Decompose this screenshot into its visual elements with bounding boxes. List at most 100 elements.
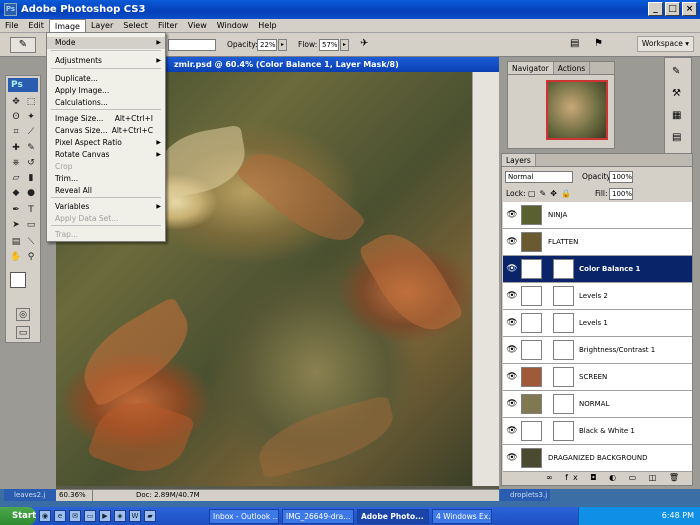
workspace-button[interactable]: Workspace ▾	[636, 36, 694, 52]
tool-presets-icon[interactable]: ⚒	[672, 88, 681, 99]
history-panel-icon[interactable]: ▤	[672, 132, 681, 143]
hand-tool-icon[interactable]: ✋	[9, 251, 23, 264]
menu-item-trim[interactable]: Trim...	[47, 173, 165, 185]
task-img[interactable]: IMG_26649-dra...	[282, 508, 354, 524]
ie-icon[interactable]: e	[54, 510, 66, 522]
layer-row[interactable]: 👁 NORMAL	[503, 391, 692, 418]
close-button[interactable]: ×	[682, 2, 697, 16]
zoom-level[interactable]: 60.36%	[59, 490, 93, 501]
brush-tool-icon[interactable]: ✎	[24, 142, 38, 155]
layer-comps-icon[interactable]: ▦	[672, 110, 681, 121]
path-select-icon[interactable]: ➤	[9, 219, 23, 232]
lock-icons[interactable]: ▢✎✥🔒	[528, 189, 575, 198]
menu-item-rotate-canvas[interactable]: Rotate Canvas ▶	[47, 149, 165, 161]
layer-mask-thumbnail[interactable]	[553, 259, 574, 279]
brush-preset-icon[interactable]: ✎	[10, 37, 36, 53]
menu-image[interactable]: Image	[48, 18, 86, 33]
media-icon[interactable]: ▶	[99, 510, 111, 522]
menu-item-apply-image[interactable]: Apply Image...	[47, 85, 165, 97]
navigator-thumbnail[interactable]	[546, 80, 608, 140]
clone-stamp-icon[interactable]: ⎈	[9, 157, 23, 170]
gradient-tool-icon[interactable]: ▮	[24, 172, 38, 185]
menu-help[interactable]: Help	[253, 19, 281, 33]
layer-mask-thumbnail[interactable]	[553, 421, 574, 441]
blur-tool-icon[interactable]: ◆	[9, 187, 23, 200]
menu-item-image-size[interactable]: Image Size... Alt+Ctrl+I	[47, 113, 165, 125]
brushes-panel-icon[interactable]: ✎	[672, 66, 680, 77]
bridge-icon[interactable]: ⚑	[594, 38, 603, 49]
firefox-icon[interactable]: ◉	[39, 510, 51, 522]
quick-mask-icon[interactable]: ◎	[16, 308, 30, 321]
visibility-eye-icon[interactable]: 👁	[506, 291, 518, 301]
fill-field[interactable]: 100%	[609, 188, 633, 200]
word-icon[interactable]: W	[129, 510, 141, 522]
flow-field[interactable]: 57%	[319, 39, 339, 51]
task-outlook[interactable]: Inbox - Outlook ...	[209, 508, 279, 524]
menu-item-duplicate[interactable]: Duplicate...	[47, 73, 165, 85]
layer-mask-thumbnail[interactable]	[553, 313, 574, 333]
flow-slider-button[interactable]: ▸	[340, 39, 349, 51]
menu-file[interactable]: File	[0, 19, 23, 33]
dodge-tool-icon[interactable]: ●	[24, 187, 38, 200]
notes-tool-icon[interactable]: ▤	[9, 236, 23, 249]
menu-filter[interactable]: Filter	[153, 19, 183, 33]
layer-row[interactable]: 👁 Levels 2	[503, 283, 692, 310]
menu-item-mode[interactable]: Mode ▶	[47, 37, 165, 49]
visibility-eye-icon[interactable]: 👁	[506, 453, 518, 463]
layer-mask-thumbnail[interactable]	[553, 340, 574, 360]
opacity-field[interactable]: 22%	[257, 39, 277, 51]
task-windows-explorer[interactable]: 4 Windows Ex...	[432, 508, 492, 524]
visibility-eye-icon[interactable]: 👁	[506, 372, 518, 382]
tab-layers[interactable]: Layers	[502, 154, 536, 166]
crop-tool-icon[interactable]: ⌗	[9, 126, 23, 139]
layers-opacity-field[interactable]: 100%	[609, 171, 633, 183]
layer-row[interactable]: 👁 Black & White 1	[503, 418, 692, 445]
desktop-icon[interactable]: ▭	[84, 510, 96, 522]
menu-item-reveal-all[interactable]: Reveal All	[47, 185, 165, 197]
slice-tool-icon[interactable]: ⟋	[24, 126, 38, 139]
start-button[interactable]: Start	[0, 507, 36, 525]
outlook-icon[interactable]: ✉	[69, 510, 81, 522]
tab-navigator[interactable]: Navigator	[508, 62, 554, 74]
visibility-eye-icon[interactable]: 👁	[506, 210, 518, 220]
opacity-slider-button[interactable]: ▸	[278, 39, 287, 51]
move-tool-icon[interactable]: ✥	[9, 96, 23, 109]
marquee-tool-icon[interactable]: ⬚	[24, 96, 38, 109]
magic-wand-icon[interactable]: ✦	[24, 111, 38, 124]
layer-mask-thumbnail[interactable]	[553, 286, 574, 306]
tab-actions[interactable]: Actions	[554, 62, 591, 74]
eraser-tool-icon[interactable]: ▱	[9, 172, 23, 185]
brush-mode-select[interactable]	[168, 39, 216, 51]
layer-row[interactable]: 👁 NINJA	[503, 202, 692, 229]
foreground-color-swatch[interactable]	[10, 272, 26, 288]
menu-item-adjustments[interactable]: Adjustments ▶	[47, 55, 165, 67]
menu-window[interactable]: Window	[212, 19, 254, 33]
zoom-tool-icon[interactable]: ⚲	[24, 251, 38, 264]
visibility-eye-icon[interactable]: 👁	[506, 318, 518, 328]
task-photoshop[interactable]: Adobe Photo...	[357, 508, 429, 524]
menu-item-pixel-aspect-ratio[interactable]: Pixel Aspect Ratio ▶	[47, 137, 165, 149]
layer-row[interactable]: 👁 FLATTEN	[503, 229, 692, 256]
blend-mode-select[interactable]: Normal	[505, 171, 573, 183]
layer-row[interactable]: 👁 Color Balance 1	[503, 256, 692, 283]
menu-item-calculations[interactable]: Calculations...	[47, 97, 165, 109]
maximize-button[interactable]: □	[665, 2, 680, 16]
minimized-doc-left[interactable]: leaves2.j	[4, 489, 56, 501]
layer-row[interactable]: 👁 Levels 1	[503, 310, 692, 337]
layer-row[interactable]: 👁 Brightness/Contrast 1	[503, 337, 692, 364]
menu-edit[interactable]: Edit	[23, 19, 49, 33]
airbrush-icon[interactable]: ✈	[360, 38, 368, 49]
menu-select[interactable]: Select	[118, 19, 153, 33]
palette-well-icon[interactable]: ▤	[570, 38, 579, 49]
menu-layer[interactable]: Layer	[86, 19, 118, 33]
history-brush-icon[interactable]: ↺	[24, 157, 38, 170]
visibility-eye-icon[interactable]: 👁	[506, 237, 518, 247]
layer-mask-thumbnail[interactable]	[553, 394, 574, 414]
minimized-doc-right[interactable]: droplets3.j	[500, 489, 550, 501]
layer-mask-thumbnail[interactable]	[553, 367, 574, 387]
healing-brush-icon[interactable]: ✚	[9, 142, 23, 155]
menu-item-variables[interactable]: Variables ▶	[47, 201, 165, 213]
type-tool-icon[interactable]: T	[24, 204, 38, 217]
visibility-eye-icon[interactable]: 👁	[506, 399, 518, 409]
menu-item-canvas-size[interactable]: Canvas Size... Alt+Ctrl+C	[47, 125, 165, 137]
